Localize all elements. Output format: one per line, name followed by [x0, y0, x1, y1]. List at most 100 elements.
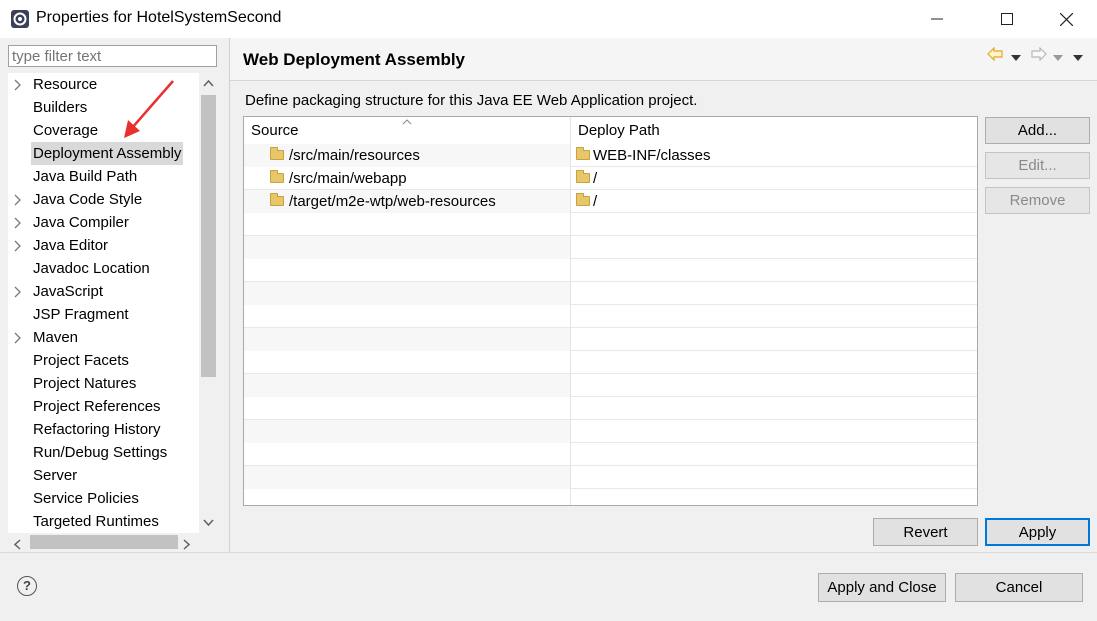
table-row[interactable]	[244, 489, 977, 505]
tree-item[interactable]: Targeted Runtimes	[8, 510, 199, 533]
maximize-button[interactable]	[984, 0, 1030, 38]
deploy-path-cell	[571, 351, 977, 374]
table-row[interactable]	[244, 420, 977, 443]
tree-item[interactable]: Server	[8, 464, 199, 487]
tree-item[interactable]: Deployment Assembly	[8, 142, 199, 165]
tree-item[interactable]: Project Natures	[8, 372, 199, 395]
folder-icon	[576, 170, 590, 183]
source-cell	[244, 305, 570, 328]
tree-item[interactable]: Maven	[8, 326, 199, 349]
chevron-right-icon[interactable]	[14, 280, 26, 305]
table-row[interactable]	[244, 466, 977, 489]
source-cell	[244, 443, 570, 466]
back-arrow-icon[interactable]	[987, 46, 1003, 64]
table-row[interactable]	[244, 213, 977, 236]
remove-button[interactable]: Remove	[985, 187, 1090, 214]
source-cell	[244, 466, 570, 489]
assembly-table: Source Deploy Path /src/main/resources WE…	[243, 116, 978, 506]
chevron-right-icon[interactable]	[14, 211, 26, 236]
tree-item[interactable]: JSP Fragment	[8, 303, 199, 326]
chevron-right-icon[interactable]	[14, 188, 26, 213]
table-row[interactable]	[244, 305, 977, 328]
deploy-path-cell	[571, 443, 977, 466]
tree-item[interactable]: Java Build Path	[8, 165, 199, 188]
tree-horizontal-scrollbar[interactable]	[8, 533, 218, 551]
tree-item-label: Resource	[33, 76, 98, 93]
help-icon[interactable]: ?	[17, 576, 37, 596]
tree-item[interactable]: Java Compiler	[8, 211, 199, 234]
deploy-path: /	[593, 193, 598, 210]
edit-button[interactable]: Edit...	[985, 152, 1090, 179]
table-row[interactable]	[244, 374, 977, 397]
table-row[interactable]: /src/main/resources WEB-INF/classes	[244, 144, 977, 167]
scroll-up-icon[interactable]	[203, 76, 214, 90]
tree-item-label: Java Compiler	[33, 214, 129, 231]
page-description: Define packaging structure for this Java…	[245, 92, 698, 109]
tree-vertical-scrollbar[interactable]	[199, 73, 218, 533]
view-menu-icon[interactable]	[1073, 50, 1083, 65]
chevron-right-icon[interactable]	[14, 326, 26, 351]
source-cell	[244, 213, 570, 236]
table-row[interactable]	[244, 328, 977, 351]
table-row[interactable]: /target/m2e-wtp/web-resources /	[244, 190, 977, 213]
table-row[interactable]	[244, 259, 977, 282]
table-row[interactable]	[244, 397, 977, 420]
tree-item[interactable]: Javadoc Location	[8, 257, 199, 280]
tree-item-label: Java Code Style	[33, 191, 143, 208]
source-cell	[244, 236, 570, 259]
table-row[interactable]	[244, 351, 977, 374]
tree-item-label: Run/Debug Settings	[33, 444, 168, 461]
deploy-path-cell	[571, 328, 977, 351]
back-dropdown-icon[interactable]	[1011, 50, 1021, 65]
tree-item[interactable]: Java Editor	[8, 234, 199, 257]
tree-item-label: Project Natures	[33, 375, 137, 392]
table-row[interactable]	[244, 236, 977, 259]
column-header-source[interactable]: Source	[244, 117, 570, 143]
minimize-button[interactable]	[914, 0, 960, 38]
close-button[interactable]	[1043, 0, 1089, 38]
revert-button[interactable]: Revert	[873, 518, 978, 546]
apply-and-close-button[interactable]: Apply and Close	[818, 573, 946, 602]
maximize-icon	[1001, 13, 1013, 25]
forward-arrow-icon[interactable]	[1031, 46, 1047, 64]
tree-item[interactable]: Run/Debug Settings	[8, 441, 199, 464]
deploy-path-cell	[571, 420, 977, 443]
scroll-down-icon[interactable]	[203, 516, 214, 530]
cancel-button[interactable]: Cancel	[955, 573, 1083, 602]
tree-item-label: Project Facets	[33, 352, 129, 369]
horizontal-scroll-thumb[interactable]	[30, 535, 178, 549]
deploy-path-cell	[571, 489, 977, 505]
deploy-path-cell	[571, 213, 977, 236]
tree-item[interactable]: Project References	[8, 395, 199, 418]
forward-dropdown-icon[interactable]	[1053, 50, 1063, 65]
tree-item-label: Coverage	[33, 122, 99, 139]
vertical-scroll-thumb[interactable]	[201, 95, 216, 377]
source-cell	[244, 397, 570, 420]
deploy-path-cell	[571, 259, 977, 282]
tree-item[interactable]: JavaScript	[8, 280, 199, 303]
chevron-right-icon[interactable]	[14, 73, 26, 98]
tree-item-label: Java Editor	[33, 237, 109, 254]
table-row[interactable]	[244, 443, 977, 466]
source-cell	[244, 351, 570, 374]
tree-item[interactable]: Refactoring History	[8, 418, 199, 441]
source-cell	[244, 328, 570, 351]
footer-separator	[0, 552, 1097, 553]
chevron-right-icon[interactable]	[14, 234, 26, 259]
add-button[interactable]: Add...	[985, 117, 1090, 144]
table-row[interactable]: /src/main/webapp /	[244, 167, 977, 190]
filter-input[interactable]	[8, 45, 217, 67]
tree-item[interactable]: Service Policies	[8, 487, 199, 510]
deploy-path-cell	[571, 397, 977, 420]
pane-splitter[interactable]	[229, 38, 230, 553]
column-header-deploy-path[interactable]: Deploy Path	[571, 117, 977, 143]
eclipse-app-icon	[11, 10, 29, 28]
tree-item[interactable]: Java Code Style	[8, 188, 199, 211]
table-row[interactable]	[244, 282, 977, 305]
apply-button[interactable]: Apply	[985, 518, 1090, 546]
tree-item[interactable]: Project Facets	[8, 349, 199, 372]
source-cell: /target/m2e-wtp/web-resources	[244, 190, 570, 213]
folder-icon	[270, 193, 284, 206]
source-cell	[244, 420, 570, 443]
deploy-path-cell: WEB-INF/classes	[571, 144, 977, 167]
